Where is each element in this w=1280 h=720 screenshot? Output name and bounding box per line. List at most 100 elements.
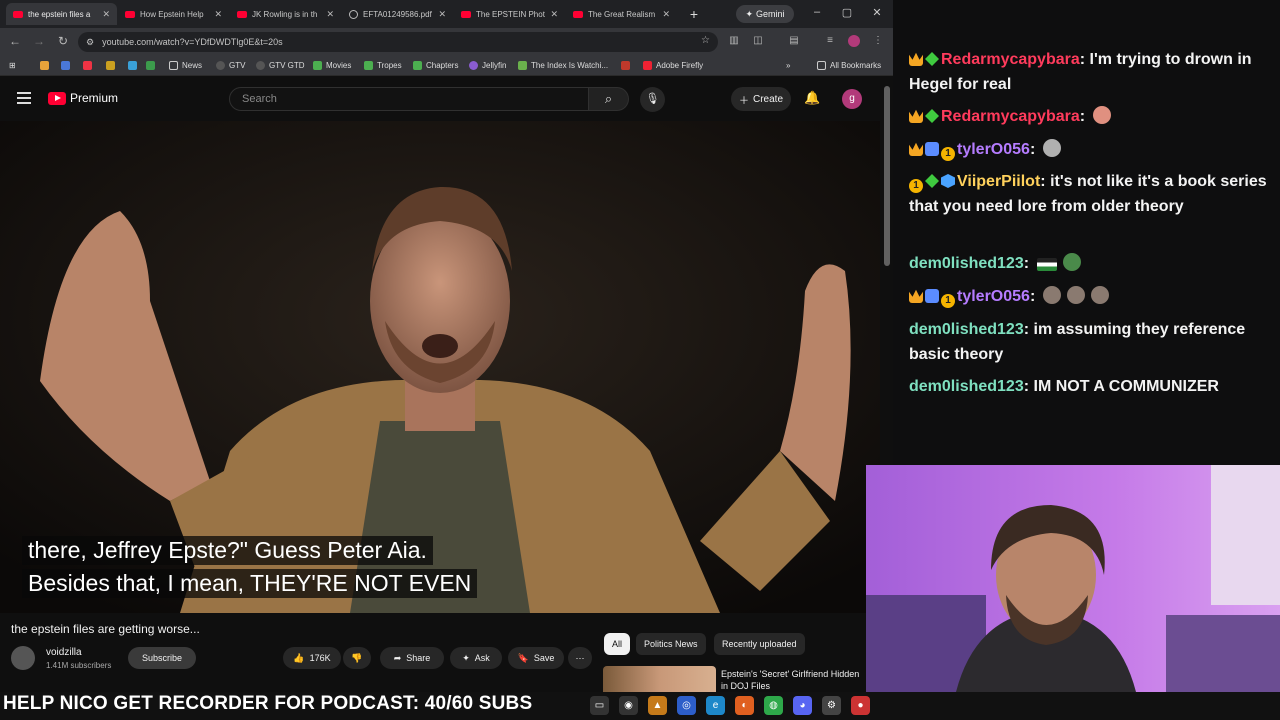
- recommended-thumbnail[interactable]: [603, 666, 716, 692]
- chat-username[interactable]: Redarmycapybara: [941, 108, 1080, 125]
- like-button[interactable]: 👍 176K: [283, 647, 341, 669]
- mic-button[interactable]: 🎙: [640, 87, 665, 112]
- back-icon[interactable]: ←: [7, 34, 23, 48]
- bookmark-jellyfin[interactable]: Jellyfin: [469, 61, 506, 70]
- bookmark-icon[interactable]: [621, 61, 630, 70]
- app-icon[interactable]: ●: [851, 695, 870, 715]
- tab-1[interactable]: How Epstein Help ✕: [118, 3, 229, 25]
- page-scrollbar[interactable]: [884, 86, 890, 266]
- all-bookmarks[interactable]: All Bookmarks: [817, 61, 881, 70]
- extension-icon[interactable]: ◫: [751, 35, 765, 46]
- bookmark-gtv-gtd[interactable]: GTV GTD: [256, 61, 305, 70]
- gemini-button[interactable]: ✦ Gemini: [736, 5, 794, 23]
- avatar[interactable]: g: [842, 89, 862, 109]
- sub-badge-icon: [925, 142, 939, 156]
- bookmark-firefly[interactable]: Adobe Firefly: [643, 61, 703, 70]
- bookmark-icon[interactable]: [146, 61, 155, 70]
- chat-username[interactable]: Redarmycapybara: [941, 51, 1080, 68]
- profile-icon[interactable]: [848, 35, 860, 47]
- close-icon[interactable]: ✕: [326, 9, 334, 20]
- video-player[interactable]: there, Jeffrey Epste?" Guess Peter Aia. …: [0, 121, 880, 613]
- tab-2[interactable]: JK Rowling is in th ✕: [230, 3, 341, 25]
- edge-icon[interactable]: e: [706, 695, 725, 715]
- search-input[interactable]: Search: [229, 87, 589, 111]
- chip-politics-news[interactable]: Politics News: [636, 633, 706, 655]
- more-dots-icon: ⋯: [575, 652, 585, 663]
- channel-avatar[interactable]: [11, 646, 35, 670]
- close-icon[interactable]: ✕: [438, 9, 446, 20]
- chat-username[interactable]: dem0lished123: [909, 255, 1024, 272]
- close-icon[interactable]: ✕: [214, 9, 222, 20]
- bookmark-icon[interactable]: [83, 61, 92, 70]
- bookmark-icon[interactable]: [106, 61, 115, 70]
- site-info-icon[interactable]: ⚙: [86, 37, 94, 48]
- apps-icon[interactable]: ⊞: [9, 61, 16, 70]
- bookmark-tropes[interactable]: Tropes: [364, 61, 402, 70]
- reload-icon[interactable]: ↻: [55, 34, 71, 48]
- channel-name[interactable]: voidzilla: [46, 647, 82, 658]
- vlc-icon[interactable]: ▲: [648, 695, 667, 715]
- extension-icon[interactable]: ▥: [727, 35, 741, 46]
- bookmark-icon[interactable]: [128, 61, 137, 70]
- close-icon[interactable]: ✕: [662, 9, 670, 20]
- bookmark-star-icon[interactable]: ☆: [701, 35, 710, 46]
- close-icon[interactable]: ✕: [102, 9, 110, 20]
- more-actions-button[interactable]: ⋯: [568, 647, 592, 669]
- forward-icon[interactable]: →: [31, 34, 47, 48]
- tab-bar: the epstein files a ✕ How Epstein Help ✕ J…: [0, 0, 893, 28]
- url-field[interactable]: ⚙ youtube.com/watch?v=YDfDWDTlg0E&t=20s …: [78, 32, 718, 52]
- new-tab-button[interactable]: +: [686, 6, 702, 22]
- subscribe-button[interactable]: Subscribe: [128, 647, 196, 669]
- bookmark-gtv[interactable]: GTV: [216, 61, 245, 70]
- bookmark-movies[interactable]: Movies: [313, 61, 351, 70]
- tab-4[interactable]: The EPSTEIN Phot ✕: [454, 3, 565, 25]
- more-bookmarks-icon[interactable]: »: [786, 61, 790, 70]
- recommended-title[interactable]: Epstein's 'Secret' Girlfriend Hidden in …: [721, 668, 861, 692]
- youtube-logo[interactable]: Premium: [48, 91, 118, 105]
- close-window-icon[interactable]: ✕: [870, 6, 884, 19]
- tab-3[interactable]: EFTA01249586.pdf ✕: [342, 3, 453, 25]
- create-button[interactable]: ＋ Create: [731, 87, 791, 111]
- share-button[interactable]: ➦ Share: [380, 647, 444, 669]
- media-icon[interactable]: ≡: [823, 35, 837, 46]
- chat-username[interactable]: tylerO056: [957, 288, 1030, 305]
- bookmark-index[interactable]: The Index Is Watchi...: [518, 61, 608, 70]
- chat-username[interactable]: dem0lished123: [909, 321, 1024, 338]
- tab-5[interactable]: The Great Realism ✕: [566, 3, 677, 25]
- tab-0[interactable]: the epstein files a ✕: [6, 3, 117, 25]
- emote-icon: [1066, 286, 1085, 304]
- crown-badge-icon: [909, 52, 923, 66]
- minimize-icon[interactable]: –: [810, 6, 824, 18]
- close-icon[interactable]: ✕: [550, 9, 558, 20]
- menu-icon[interactable]: [17, 92, 31, 104]
- firefox-icon[interactable]: ◐: [735, 695, 754, 715]
- chat-username[interactable]: dem0lished123: [909, 378, 1024, 395]
- bell-icon[interactable]: 🔔: [804, 90, 820, 106]
- mic-icon: 🎙: [645, 93, 660, 105]
- chat-username[interactable]: ViiperPiilot: [957, 173, 1040, 190]
- plus-icon: ＋: [738, 95, 749, 107]
- menu-dots-icon[interactable]: ⋮: [871, 35, 885, 46]
- dislike-button[interactable]: 👎: [343, 647, 371, 669]
- app-icon[interactable]: ◎: [677, 695, 696, 715]
- bookmark-chapters[interactable]: Chapters: [413, 61, 458, 70]
- app-icon[interactable]: ▭: [590, 695, 609, 715]
- like-count: 176K: [309, 653, 331, 663]
- ask-button[interactable]: ✦ Ask: [450, 647, 502, 669]
- chip-all[interactable]: All: [604, 633, 631, 655]
- chip-recently-uploaded[interactable]: Recently uploaded: [714, 633, 805, 655]
- chrome-icon[interactable]: ◍: [764, 695, 783, 715]
- bookmark-icon[interactable]: [40, 61, 49, 70]
- discord-icon[interactable]: ◕: [793, 695, 812, 715]
- maximize-icon[interactable]: ▢: [840, 6, 854, 19]
- extension-icon[interactable]: ▤: [787, 35, 801, 46]
- app-icon[interactable]: ⚙: [822, 695, 841, 715]
- youtube-icon: [461, 10, 471, 18]
- bookmark-news[interactable]: News: [169, 61, 202, 70]
- app-icon[interactable]: ◉: [619, 695, 638, 715]
- bookmark-icon[interactable]: [61, 61, 70, 70]
- bookmark-label: Adobe Firefly: [656, 61, 704, 70]
- search-button[interactable]: ⌕: [589, 87, 629, 111]
- save-button[interactable]: 🔖 Save: [508, 647, 564, 669]
- chat-username[interactable]: tylerO056: [957, 141, 1030, 158]
